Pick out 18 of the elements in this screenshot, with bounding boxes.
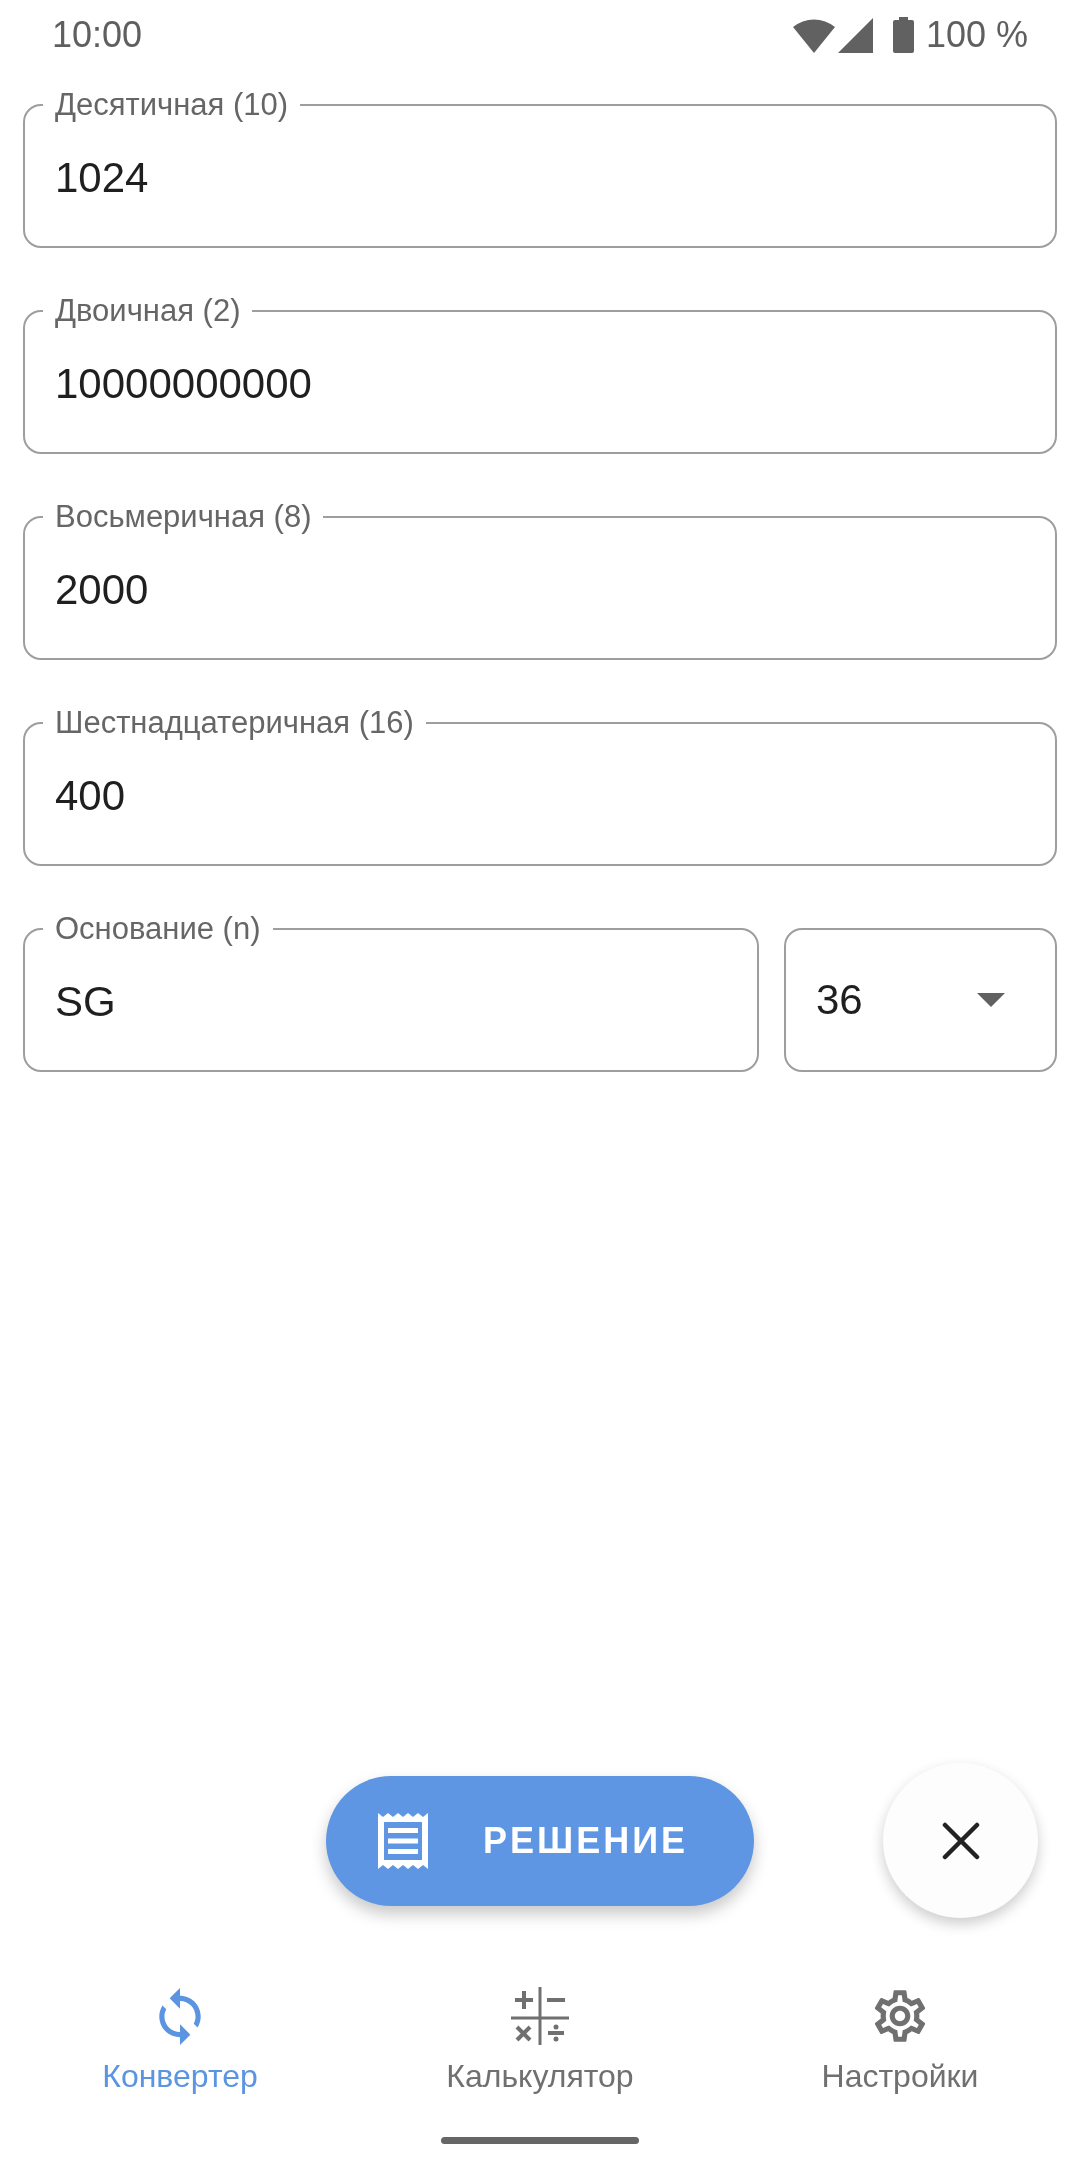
receipt-icon [377,1812,428,1869]
close-icon [941,1821,980,1860]
wifi-icon [792,17,835,53]
battery-percent: 100 % [925,15,1028,55]
battery-icon [892,17,914,53]
field-label: Восьмеричная (8) [54,499,313,535]
nav-tab[interactable]: Настройки [720,1975,1080,2120]
field-label: Основание (n) [54,911,262,947]
status-time: 10:00 [52,15,143,55]
signal-icon [837,17,873,53]
field-label: Шестнадцатеричная (16) [54,705,415,741]
nav-tab[interactable]: Калькулятор [360,1975,720,2120]
field-label: Двоичная (2) [54,293,242,329]
calculator-icon [511,1987,569,2045]
field-label: Десятичная (10) [54,87,290,123]
caret-icon [977,993,1005,1007]
base-dropdown[interactable]: 36 [784,928,1057,1072]
sync-icon [157,1987,203,2045]
